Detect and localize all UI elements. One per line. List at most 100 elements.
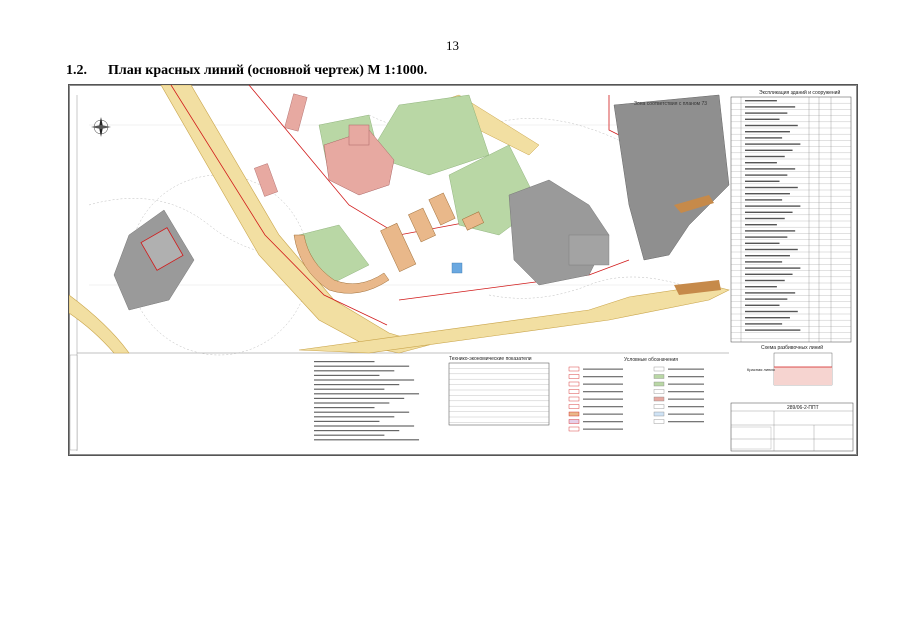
table-text-line bbox=[745, 149, 793, 151]
table-text-line bbox=[745, 155, 785, 158]
table-text-line bbox=[745, 230, 796, 232]
indicator-text-line bbox=[314, 388, 385, 390]
legend-text-line bbox=[668, 421, 704, 423]
indicator-text-line bbox=[314, 439, 420, 441]
legend-swatch bbox=[568, 366, 580, 372]
legend-text-line bbox=[668, 383, 704, 385]
indicator-text-line bbox=[314, 384, 400, 386]
legend-swatch bbox=[653, 396, 665, 402]
legend-text-line bbox=[668, 413, 704, 415]
legend-text-line bbox=[668, 368, 704, 370]
table-text-line bbox=[745, 273, 793, 275]
legend-swatch bbox=[568, 411, 580, 417]
legend-swatch bbox=[568, 389, 580, 394]
table-text-line bbox=[745, 112, 788, 114]
site-plan-map: Зона соответствия с планом 73 Экспликаци… bbox=[69, 85, 857, 455]
legend-swatch bbox=[568, 419, 580, 424]
table-text-line bbox=[745, 317, 790, 319]
scheme-label: Красная линия bbox=[747, 367, 775, 372]
indicator-text-line bbox=[314, 425, 415, 427]
legend-swatch bbox=[653, 366, 665, 372]
legend-text-line bbox=[583, 391, 623, 393]
legend-text-line bbox=[583, 413, 623, 415]
table-text-line bbox=[745, 162, 777, 164]
indicator-text-line bbox=[314, 416, 395, 418]
table-text-line bbox=[745, 248, 798, 251]
legend-text-line bbox=[668, 398, 704, 400]
table-text-line bbox=[745, 118, 780, 120]
table-text-line bbox=[745, 298, 788, 300]
scheme-title: Схема разбивочных линий bbox=[761, 344, 823, 351]
table-text-line bbox=[745, 211, 793, 213]
legend-title: Условные обозначения bbox=[624, 357, 678, 363]
legend-swatch bbox=[568, 404, 580, 409]
table-text-line bbox=[745, 310, 798, 313]
legend-swatch bbox=[568, 374, 580, 379]
section-heading: 1.2. План красных линий (основной чертеж)… bbox=[66, 63, 427, 79]
table-text-line bbox=[745, 304, 780, 306]
section-title: План красных линий (основной чертеж) М 1… bbox=[108, 63, 428, 78]
table-text-line bbox=[745, 124, 798, 127]
table-text-line bbox=[745, 199, 783, 201]
legend-text-line bbox=[668, 406, 704, 408]
legend-swatch bbox=[568, 396, 580, 402]
table-text-line bbox=[745, 137, 783, 139]
legend-swatch bbox=[653, 411, 665, 417]
table-text-line bbox=[745, 329, 801, 331]
legend-text-line bbox=[583, 406, 623, 408]
legend-swatch bbox=[568, 426, 580, 432]
table-text-line bbox=[745, 323, 783, 325]
indicator-text-line bbox=[314, 374, 380, 376]
table-text-line bbox=[745, 255, 790, 257]
title-stamp: 289/06-2-ППТ bbox=[730, 402, 854, 452]
section-number: 1.2. bbox=[66, 63, 87, 78]
table-text-line bbox=[745, 205, 801, 207]
indicator-text-line bbox=[314, 420, 380, 422]
table-text-line bbox=[745, 193, 790, 195]
legend-text-line bbox=[583, 368, 623, 370]
table-text-line bbox=[745, 174, 788, 176]
table-text-line bbox=[745, 131, 790, 133]
table-text-line bbox=[745, 224, 777, 226]
legend-text-line bbox=[583, 428, 623, 430]
indicators-title: Технико-экономические показатели bbox=[449, 356, 532, 362]
drawing-sheet: Зона соответствия с планом 73 Экспликаци… bbox=[68, 84, 858, 456]
page-number: 13 bbox=[446, 38, 459, 53]
table-text-line bbox=[745, 180, 780, 182]
legend-text-line bbox=[583, 383, 623, 385]
indicator-text-line bbox=[314, 430, 400, 432]
table-text-line bbox=[745, 186, 798, 189]
indicator-text-line bbox=[314, 379, 415, 381]
legend-swatch bbox=[568, 381, 580, 387]
table-text-line bbox=[745, 143, 801, 145]
table-text-line bbox=[745, 217, 785, 220]
indicator-text-line bbox=[314, 411, 410, 413]
legend-text-line bbox=[583, 398, 623, 400]
indicator-text-line bbox=[314, 407, 375, 409]
legend-swatch bbox=[653, 404, 665, 409]
map-note: Зона соответствия с планом 73 bbox=[634, 101, 707, 107]
indicator-text-line bbox=[314, 361, 375, 363]
table-text-line bbox=[745, 236, 788, 238]
legend-text-line bbox=[668, 376, 704, 378]
indicator-text-line bbox=[314, 402, 390, 404]
indicator-text-line bbox=[314, 393, 420, 395]
indicator-text-line bbox=[314, 370, 395, 372]
indicators-table: Технико-экономические показатели bbox=[448, 356, 550, 426]
table-text-line bbox=[745, 286, 777, 288]
indicator-text-line bbox=[314, 365, 410, 367]
legend-swatch bbox=[653, 389, 665, 394]
table-text-line bbox=[745, 292, 796, 294]
legend-swatch bbox=[653, 374, 665, 379]
legend-text-line bbox=[583, 421, 623, 423]
indicator-text-line bbox=[314, 397, 405, 399]
table-text-line bbox=[745, 168, 796, 170]
legend-text-line bbox=[583, 376, 623, 378]
table-text-line bbox=[745, 267, 801, 269]
table-text-line bbox=[745, 261, 783, 263]
explication-table: Экспликация зданий и сооружений bbox=[730, 89, 852, 343]
indicator-text-line bbox=[314, 434, 385, 436]
table-text-line bbox=[745, 279, 785, 282]
legend-text-line bbox=[668, 391, 704, 393]
stamp-code: 289/06-2-ППТ bbox=[787, 405, 819, 411]
